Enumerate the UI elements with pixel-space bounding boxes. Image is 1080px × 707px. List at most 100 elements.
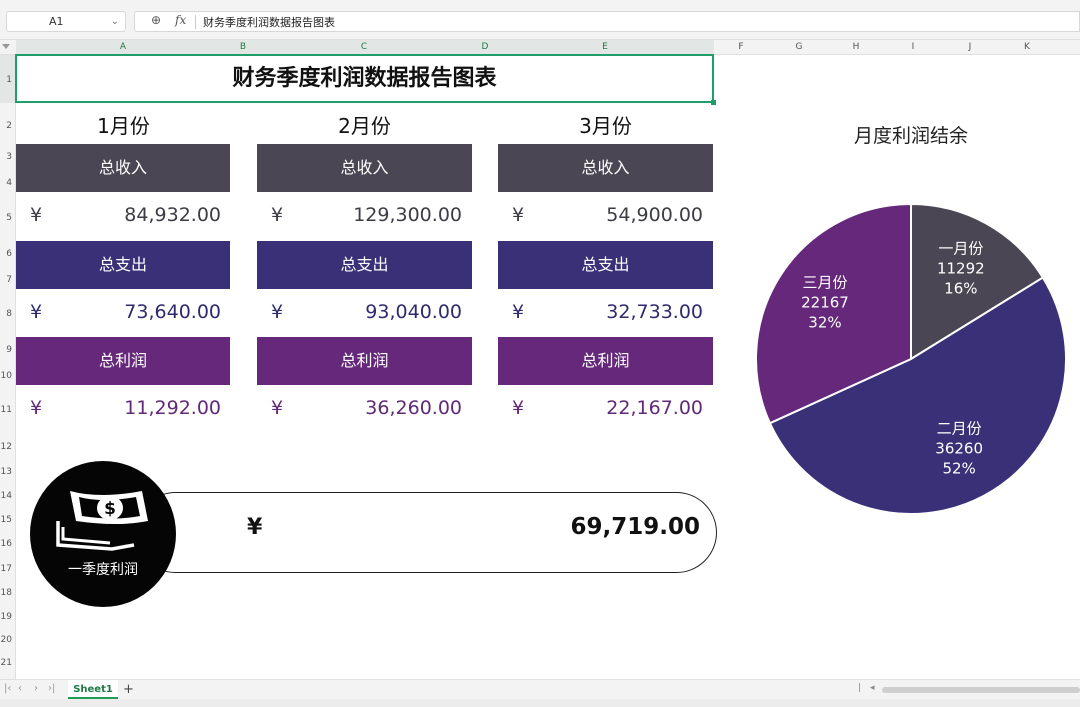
chart-title: 月度利润结余 [854, 125, 968, 147]
income-amount: 129,300.00 [353, 204, 462, 226]
row-label-14[interactable]: 14 [0, 491, 12, 501]
currency-symbol: ¥ [271, 301, 284, 323]
row-label-16[interactable]: 16 [0, 539, 12, 549]
profit-header-jan[interactable]: 总利润 [16, 337, 230, 385]
expense-amount: 73,640.00 [124, 301, 221, 323]
first-sheet-icon[interactable]: |‹ [4, 683, 11, 694]
column-label-i[interactable]: I [903, 42, 923, 52]
month-heading-jan[interactable]: 1月份 [16, 110, 231, 139]
expense-value-feb[interactable]: ¥ 93,040.00 [257, 289, 472, 337]
expense-value-jan[interactable]: ¥ 73,640.00 [16, 289, 231, 337]
expense-amount: 93,040.00 [365, 301, 462, 323]
spreadsheet-app: A1 ⌄ ⊕ fx 财务季度利润数据报告图表 ABCDEFGHIJK 12345… [0, 0, 1080, 707]
zoom-icon[interactable]: ⊕ [151, 13, 161, 27]
row-label-9[interactable]: 9 [0, 345, 12, 355]
row-label-6[interactable]: 6 [0, 249, 12, 259]
prev-sheet-icon[interactable]: ‹ [18, 683, 22, 694]
column-label-h[interactable]: H [846, 42, 866, 52]
income-header-feb[interactable]: 总收入 [257, 144, 472, 192]
currency-symbol: ¥ [271, 397, 284, 419]
expense-value-mar[interactable]: ¥ 32,733.00 [498, 289, 713, 337]
profit-value-jan[interactable]: ¥ 11,292.00 [16, 385, 231, 433]
row-label-15[interactable]: 15 [0, 515, 12, 525]
pie-label-3-percent: 32% [808, 314, 841, 332]
column-label-j[interactable]: J [960, 42, 980, 52]
row-label-2[interactable]: 2 [0, 121, 12, 131]
row-label-4[interactable]: 4 [0, 178, 12, 188]
report-title-cell[interactable]: 财务季度利润数据报告图表 [15, 54, 714, 103]
column-label-e[interactable]: E [595, 42, 615, 52]
fx-icon[interactable]: fx [175, 13, 186, 27]
sheet-tab-bar: |‹ ‹ › ›| Sheet1 + | ◂ [0, 679, 1080, 699]
income-header-jan[interactable]: 总收入 [16, 144, 230, 192]
row-label-13[interactable]: 13 [0, 467, 12, 477]
expense-header-jan[interactable]: 总支出 [16, 241, 230, 289]
column-label-c[interactable]: C [354, 42, 374, 52]
month-heading-mar[interactable]: 3月份 [498, 110, 713, 139]
select-all-icon[interactable] [2, 44, 10, 49]
row-label-3[interactable]: 3 [0, 152, 12, 162]
last-sheet-icon[interactable]: ›| [48, 683, 55, 694]
formula-text[interactable]: 财务季度利润数据报告图表 [203, 14, 335, 30]
row-label-20[interactable]: 20 [0, 635, 12, 645]
profit-value-mar[interactable]: ¥ 22,167.00 [498, 385, 713, 433]
row-label-18[interactable]: 18 [0, 588, 12, 598]
quarter-total-value: 69,719.00 [570, 514, 701, 540]
row-label-10[interactable]: 10 [0, 371, 12, 381]
money-stack-icon: $ [56, 491, 148, 551]
scroll-left-icon[interactable]: ◂ [870, 683, 875, 693]
formula-input[interactable]: ⊕ fx 财务季度利润数据报告图表 [134, 11, 1080, 32]
chevron-down-icon[interactable]: ⌄ [111, 12, 119, 31]
row-label-12[interactable]: 12 [0, 442, 12, 452]
profit-amount: 11,292.00 [124, 397, 221, 419]
scroll-divider-icon: | [858, 683, 862, 693]
row-label-7[interactable]: 7 [0, 275, 12, 285]
formula-bar: A1 ⌄ ⊕ fx 财务季度利润数据报告图表 [0, 0, 1080, 40]
expense-header-mar[interactable]: 总支出 [498, 241, 713, 289]
column-label-a[interactable]: A [113, 42, 133, 52]
column-label-b[interactable]: B [233, 42, 253, 52]
row-label-5[interactable]: 5 [0, 213, 12, 223]
column-label-f[interactable]: F [731, 42, 751, 52]
svg-text:$: $ [104, 499, 116, 519]
quarter-profit-badge[interactable]: $ [30, 461, 176, 607]
row-label-17[interactable]: 17 [0, 564, 12, 574]
pie-label-3-value: 22167 [801, 294, 849, 312]
total-currency-symbol: ¥ [247, 515, 263, 540]
expense-header-feb[interactable]: 总支出 [257, 241, 472, 289]
profit-header-mar[interactable]: 总利润 [498, 337, 713, 385]
row-label-11[interactable]: 11 [0, 405, 12, 415]
income-amount: 84,932.00 [124, 204, 221, 226]
profit-value-feb[interactable]: ¥ 36,260.00 [257, 385, 472, 433]
column-label-d[interactable]: D [475, 42, 495, 52]
sheet-tab-sheet1[interactable]: Sheet1 [68, 680, 118, 699]
profit-amount: 36,260.00 [365, 397, 462, 419]
monthly-profit-pie-chart[interactable]: 月度利润结余 一月份 11292 16% 二月份 36260 52% 三月份 22167 32% [730, 100, 1080, 530]
income-value-feb[interactable]: ¥ 129,300.00 [257, 192, 472, 240]
pie-label-2-percent: 52% [942, 459, 975, 477]
name-box[interactable]: A1 ⌄ [6, 11, 126, 32]
currency-symbol: ¥ [30, 301, 43, 323]
currency-symbol: ¥ [30, 397, 43, 419]
profit-header-feb[interactable]: 总利润 [257, 337, 472, 385]
expense-amount: 32,733.00 [606, 301, 703, 323]
row-label-21[interactable]: 21 [0, 658, 12, 668]
income-header-mar[interactable]: 总收入 [498, 144, 713, 192]
row-label-8[interactable]: 8 [0, 309, 12, 319]
fill-handle[interactable] [711, 100, 716, 105]
column-label-k[interactable]: K [1017, 42, 1037, 52]
formula-divider [195, 15, 196, 29]
horizontal-scrollbar[interactable] [882, 687, 1080, 693]
row-label-1[interactable]: 1 [0, 75, 12, 85]
currency-symbol: ¥ [512, 204, 525, 226]
row-header: 1 2 3 4 5 6 7 8 9 10 11 12 13 14 15 16 17 18 19 20 21 [0, 55, 16, 679]
next-sheet-icon[interactable]: › [34, 683, 38, 694]
income-value-mar[interactable]: ¥ 54,900.00 [498, 192, 713, 240]
month-heading-feb[interactable]: 2月份 [257, 110, 472, 139]
income-value-jan[interactable]: ¥ 84,932.00 [16, 192, 231, 240]
row-label-19[interactable]: 19 [0, 612, 12, 622]
profit-amount: 22,167.00 [606, 397, 703, 419]
pie-label-1-percent: 16% [944, 280, 977, 298]
add-sheet-button[interactable]: + [123, 682, 134, 697]
column-label-g[interactable]: G [789, 42, 809, 52]
